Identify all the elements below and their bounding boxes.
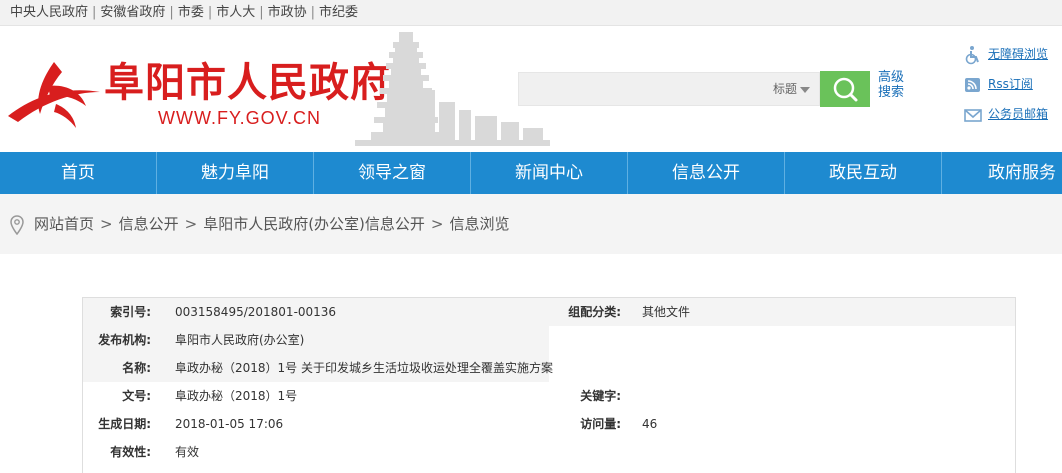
chevron-down-icon: [800, 86, 811, 93]
breadcrumb-office[interactable]: 阜阳市人民政府(办公室)信息公开: [203, 215, 425, 233]
toplink-city-cppcc[interactable]: 市政协: [268, 5, 307, 20]
validity-label: 有效性:: [110, 445, 151, 459]
site-header: 阜阳市人民政府 WWW.FY.GOV.CN 标题 高级 搜索 无障碍浏览 Rss…: [0, 26, 1062, 152]
info-row: 发布机构: 阜阳市人民政府(办公室): [83, 326, 1015, 354]
accessibility-link[interactable]: 无障碍浏览: [963, 44, 1062, 74]
breadcrumb-bar: 网站首页 > 信息公开 > 阜阳市人民政府(办公室)信息公开 > 信息浏览: [0, 194, 1062, 254]
nav-item-home[interactable]: 首页: [0, 152, 156, 194]
toplink-central-gov[interactable]: 中央人民政府: [10, 5, 88, 20]
publisher-value: 阜阳市人民政府(办公室): [175, 333, 305, 347]
nav-item-services[interactable]: 政府服务: [942, 152, 1062, 194]
index-label: 索引号:: [110, 305, 151, 319]
advanced-search-link[interactable]: 高级 搜索: [878, 70, 908, 100]
name-label: 名称:: [122, 361, 151, 375]
advanced-search-line2: 搜索: [878, 85, 905, 100]
site-logo-icon[interactable]: [4, 56, 104, 132]
date-value: 2018-01-05 17:06: [175, 417, 284, 431]
mail-icon: [964, 108, 982, 122]
document-info-table: 索引号: 003158495/201801-00136 组配分类: 其他文件 发…: [82, 297, 1016, 473]
top-links-bar: 中央人民政府 | 安徽省政府 | 市委 | 市人大 | 市政协 | 市纪委: [0, 0, 1062, 26]
site-url: WWW.FY.GOV.CN: [158, 108, 322, 128]
wheelchair-icon: [965, 45, 979, 64]
nav-item-leaders[interactable]: 领导之窗: [314, 152, 470, 194]
search-button[interactable]: [820, 71, 870, 107]
main-nav: 首页 魅力阜阳 领导之窗 新闻中心 信息公开 政民互动 政府服务: [0, 152, 1062, 194]
advanced-search-line1: 高级: [878, 70, 905, 85]
toplink-city-committee[interactable]: 市委: [178, 5, 204, 20]
index-value: 003158495/201801-00136: [175, 305, 337, 319]
info-row: 索引号: 003158495/201801-00136 组配分类: 其他文件: [83, 298, 1015, 326]
breadcrumb-current: 信息浏览: [449, 215, 510, 233]
keyword-label: 关键字:: [580, 389, 621, 403]
publisher-label: 发布机构:: [98, 333, 151, 347]
category-value: 其他文件: [642, 305, 691, 319]
docno-value: 阜政办秘（2018）1号: [175, 389, 298, 403]
breadcrumb-home[interactable]: 网站首页: [34, 215, 94, 233]
breadcrumb-info-public[interactable]: 信息公开: [119, 215, 179, 233]
nav-item-info-public[interactable]: 信息公开: [628, 152, 784, 194]
rss-icon: [965, 77, 980, 92]
rss-link[interactable]: Rss订阅: [963, 74, 1062, 104]
search-icon: [833, 77, 858, 102]
date-label: 生成日期:: [98, 417, 151, 431]
info-row: 有效性: 有效: [83, 438, 1015, 466]
toplink-city-discipline[interactable]: 市纪委: [319, 5, 358, 20]
search-scope-select[interactable]: 标题: [773, 73, 811, 105]
docno-label: 文号:: [122, 389, 151, 403]
mail-link[interactable]: 公务员邮箱: [963, 104, 1062, 134]
site-title: 阜阳市人民政府: [104, 60, 391, 106]
info-row: 名称: 阜政办秘（2018）1号 关于印发城乡生活垃圾收运处理全覆盖实施方案: [83, 354, 1015, 382]
location-pin-icon: [10, 214, 24, 235]
breadcrumb: 网站首页 > 信息公开 > 阜阳市人民政府(办公室)信息公开 > 信息浏览: [10, 213, 510, 235]
nav-item-news[interactable]: 新闻中心: [471, 152, 627, 194]
breadcrumb-separator: >: [100, 215, 113, 233]
search-box: 标题: [518, 72, 820, 106]
side-links: 无障碍浏览 Rss订阅 公务员邮箱: [963, 44, 1062, 134]
breadcrumb-separator: >: [430, 215, 444, 233]
nav-item-interaction[interactable]: 政民互动: [785, 152, 941, 194]
info-row: 生成日期: 2018-01-05 17:06 访问量: 46: [83, 410, 1015, 438]
toplink-city-npc[interactable]: 市人大: [216, 5, 255, 20]
validity-value: 有效: [175, 445, 200, 459]
accessibility-label: 无障碍浏览: [988, 47, 1049, 61]
name-value: 阜政办秘（2018）1号 关于印发城乡生活垃圾收运处理全覆盖实施方案: [175, 361, 553, 375]
mail-label: 公务员邮箱: [988, 107, 1049, 121]
rss-label: Rss订阅: [988, 77, 1033, 91]
search-input[interactable]: [519, 73, 759, 105]
visits-label: 访问量:: [580, 417, 621, 431]
search-scope-label: 标题: [773, 82, 798, 96]
visits-value: 46: [642, 417, 658, 431]
breadcrumb-separator: >: [184, 215, 198, 233]
toplink-anhui-gov[interactable]: 安徽省政府: [100, 5, 165, 20]
nav-item-charm[interactable]: 魅力阜阳: [157, 152, 313, 194]
info-row: 文号: 阜政办秘（2018）1号 关键字:: [83, 382, 1015, 410]
category-label: 组配分类:: [568, 305, 621, 319]
